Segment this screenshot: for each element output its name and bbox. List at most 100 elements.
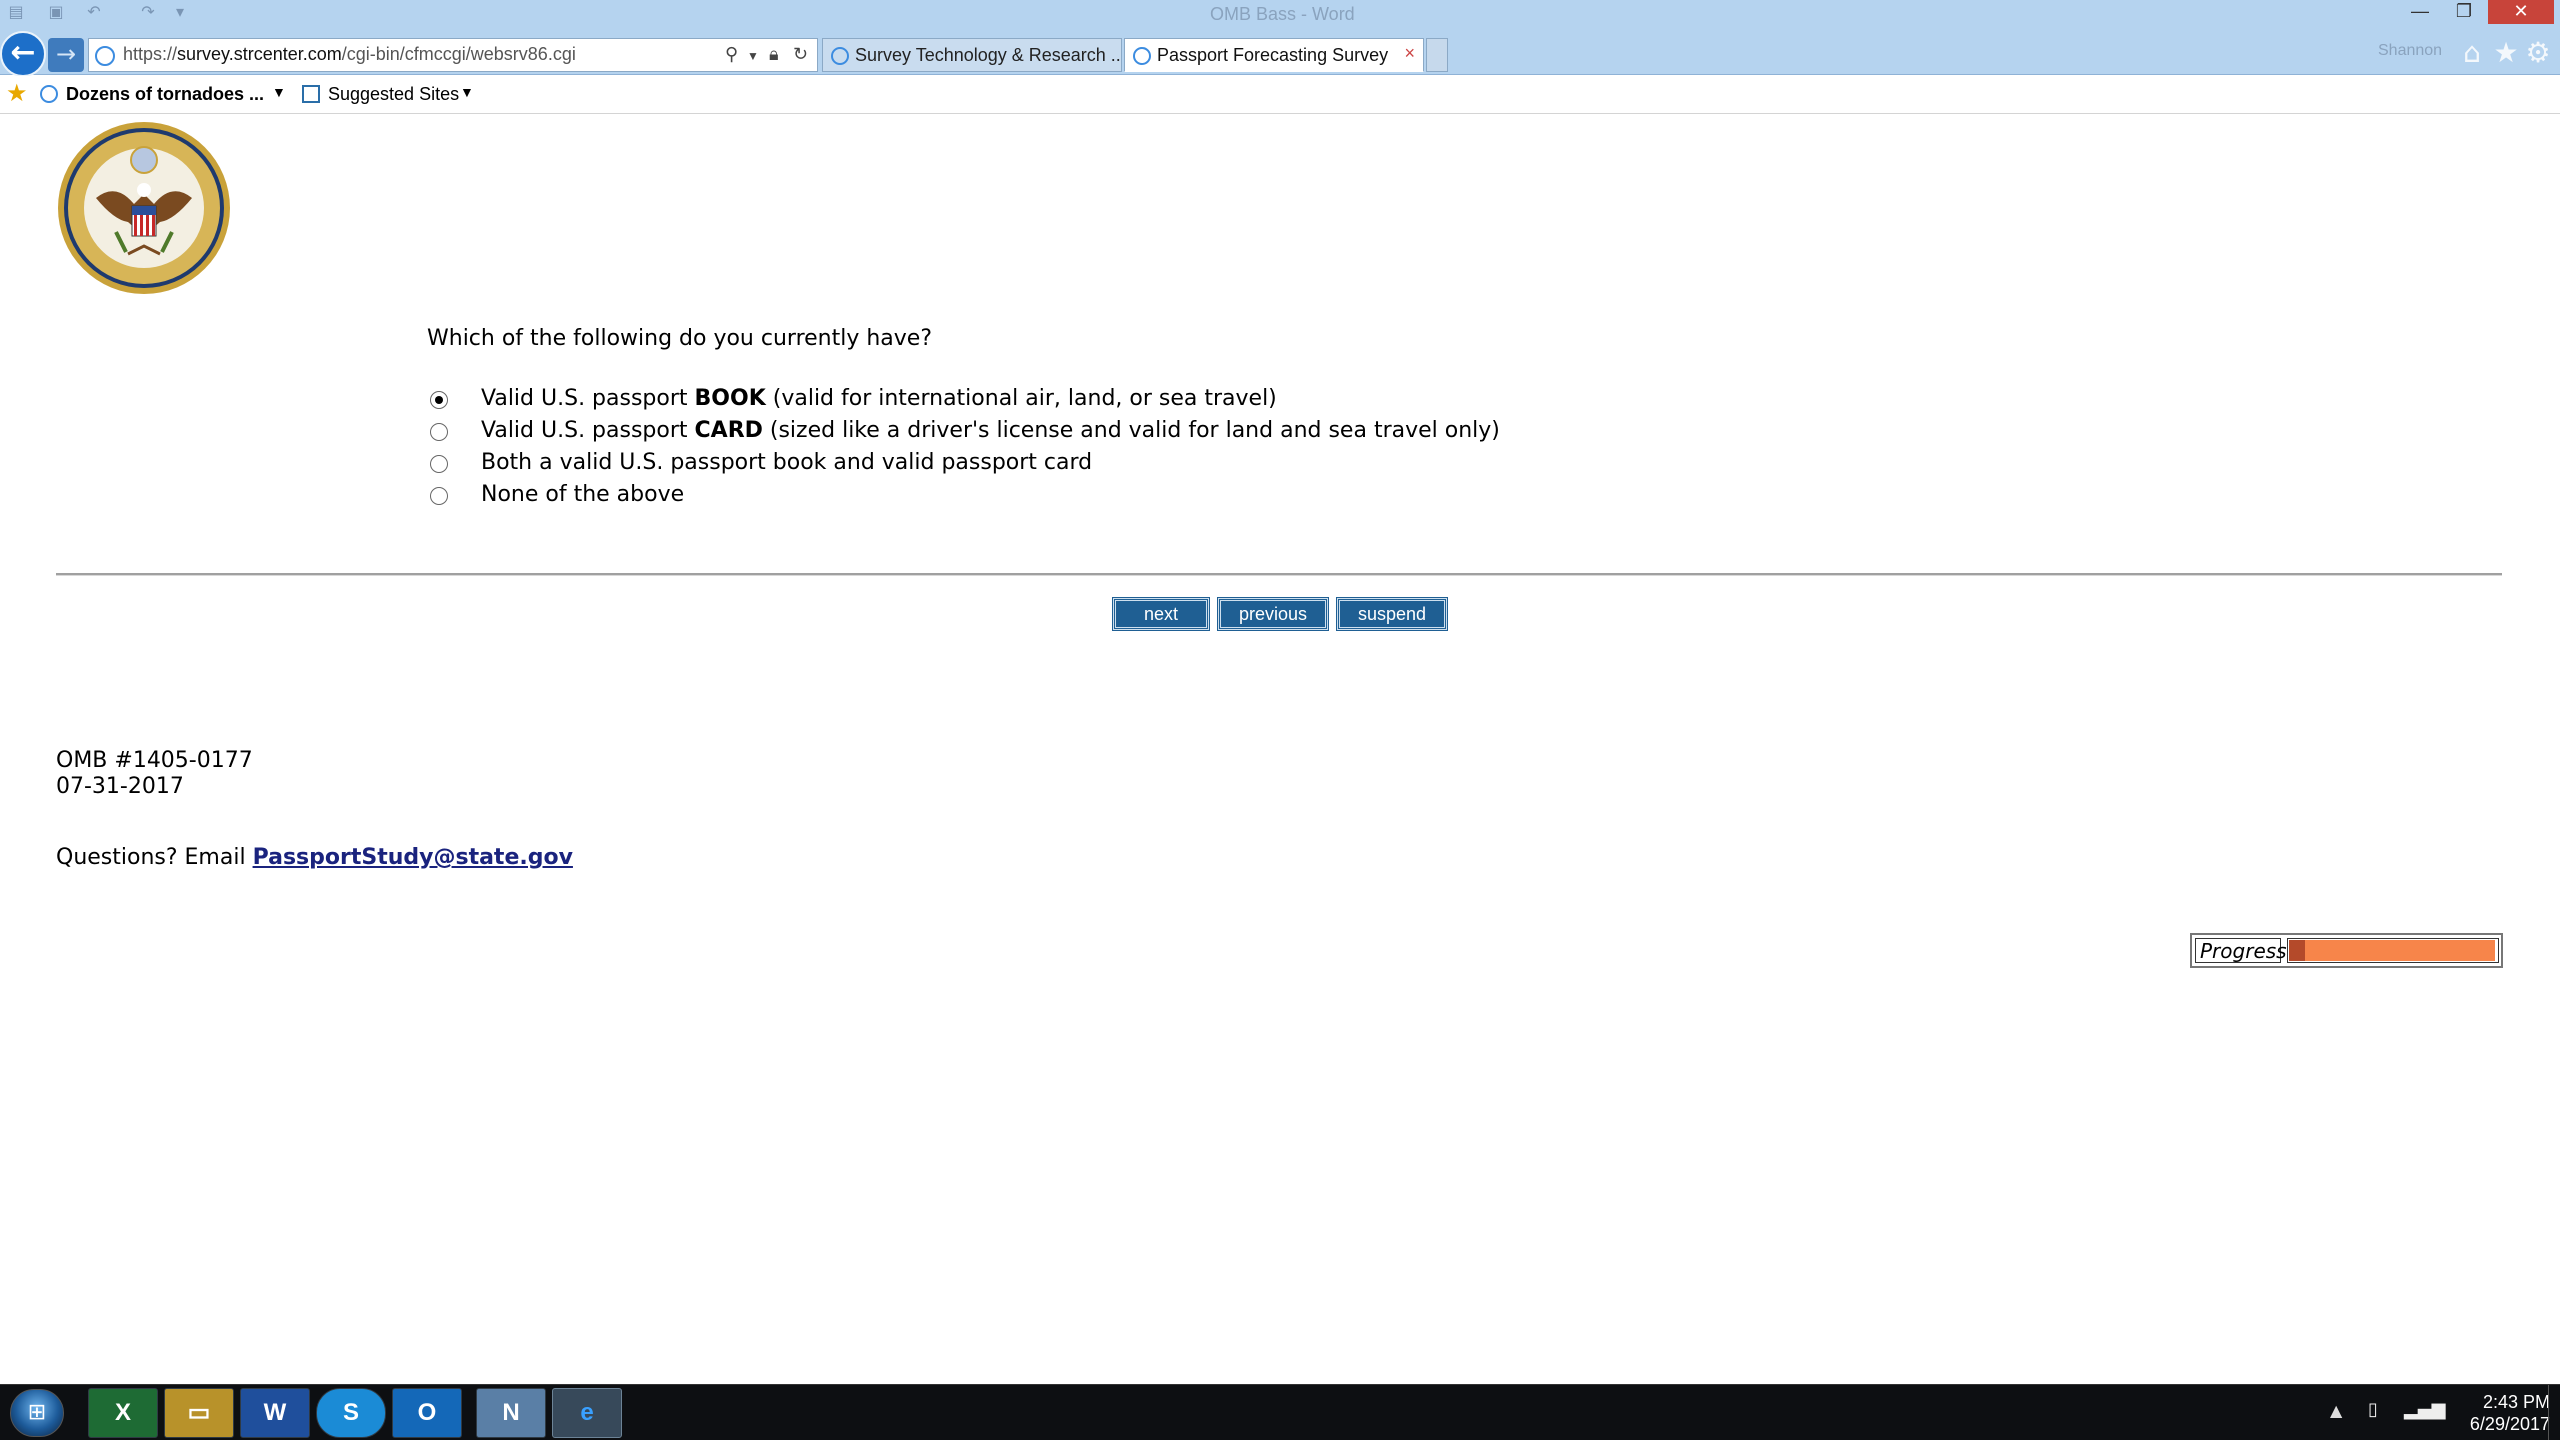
home-icon[interactable]: ⌂ [2456, 36, 2488, 70]
internet-explorer-icon: e [580, 1399, 594, 1426]
taskbar-internet-explorer[interactable]: e [552, 1388, 622, 1438]
suspend-button[interactable]: suspend [1336, 597, 1448, 631]
favorites-add-star-icon[interactable]: ★ [6, 81, 28, 107]
url-host: survey.strcenter.com [177, 44, 342, 64]
contact-prefix: Questions? Email [56, 845, 253, 870]
option-label-text: None of the above [481, 482, 685, 507]
refresh-icon[interactable]: ↻ [793, 44, 808, 65]
favorites-bar: ★ Dozens of tornadoes ... ▼ Suggested Si… [0, 76, 2560, 114]
option-label-text: Valid U.S. passport [481, 386, 695, 411]
chevron-down-icon[interactable]: ▼ [272, 84, 286, 100]
close-tab-icon[interactable]: × [1404, 43, 1415, 64]
taskbar-outlook[interactable]: O [392, 1388, 462, 1438]
clock-time: 2:43 PM [2482, 1392, 2550, 1412]
word-window-title: OMB Bass - Word [1210, 4, 1355, 24]
address-url[interactable]: https://survey.strcenter.com/cgi-bin/cfm… [123, 44, 576, 65]
taskbar-skype[interactable]: S [316, 1388, 386, 1438]
option-label-text: Both a valid U.S. passport book and vali… [481, 450, 1093, 475]
word-title-strip: ▤ ▣ ↶ ↷ ▾ OMB Bass - Word — ❐ ✕ [0, 0, 2560, 26]
back-arrow-icon: ← [10, 35, 36, 70]
option-label: Valid U.S. passport CARD (sized like a d… [481, 418, 1500, 443]
outlook-icon: O [417, 1399, 437, 1426]
show-desktop-button[interactable] [2548, 1385, 2560, 1440]
close-window-button[interactable]: ✕ [2488, 0, 2554, 24]
department-of-state-seal [58, 122, 230, 294]
show-hidden-icons-icon[interactable]: ▲ [2330, 1401, 2342, 1420]
skype-icon: S [342, 1399, 359, 1426]
radio-button[interactable] [430, 455, 448, 473]
windows-logo-icon: ⊞ [27, 1400, 47, 1425]
redo-icon[interactable]: ↷ [138, 3, 158, 21]
back-button[interactable]: ← [0, 31, 46, 77]
minimize-button[interactable]: — [2400, 0, 2440, 24]
forward-arrow-icon: → [55, 40, 77, 68]
nvivo-icon: N [502, 1399, 520, 1426]
restore-button[interactable]: ❐ [2444, 0, 2484, 24]
progress-fill [2289, 940, 2495, 961]
option-label-emphasis: CARD [694, 418, 763, 443]
folder-icon: ▭ [187, 1399, 211, 1426]
taskbar-file-explorer[interactable]: ▭ [164, 1388, 234, 1438]
save-icon[interactable]: ▣ [46, 3, 66, 21]
next-button[interactable]: next [1112, 597, 1210, 631]
ie-page-icon [95, 46, 115, 66]
url-path: /cgi-bin/cfmccgi/websrv86.cgi [341, 44, 576, 64]
radio-button[interactable] [430, 487, 448, 505]
bing-icon [302, 85, 320, 103]
clock-date: 6/29/2017 [2469, 1414, 2550, 1434]
taskbar-word[interactable]: W [240, 1388, 310, 1438]
word-icon: W [263, 1399, 287, 1426]
option-label: Valid U.S. passport BOOK (valid for inte… [481, 386, 1277, 411]
progress-label: Progress [2195, 938, 2287, 963]
battery-icon[interactable]: ▯ [2368, 1399, 2378, 1420]
word-menu-icon[interactable]: ▤ [6, 3, 26, 21]
ie-page-icon [1133, 47, 1151, 65]
progress-track [2287, 938, 2499, 963]
address-bar[interactable]: https://survey.strcenter.com/cgi-bin/cfm… [88, 38, 818, 72]
omb-info: OMB #1405-0177 07-31-2017 [56, 748, 253, 800]
lock-icon[interactable]: 🔒︎ [769, 44, 779, 65]
tools-gear-icon[interactable]: ⚙ [2522, 36, 2554, 70]
tab-survey-technology[interactable]: Survey Technology & Research ... [822, 38, 1122, 72]
divider [56, 573, 2502, 576]
windows-taskbar: ⊞ X ▭ W S O N e ▲ ▯ ▂▄▆ 2:43 PM 6/29/201… [0, 1384, 2560, 1440]
new-tab-button[interactable] [1426, 38, 1448, 72]
user-name: Shannon [2378, 42, 2443, 59]
question-text: Which of the following do you currently … [427, 326, 933, 351]
progress-indicator: Progress [2190, 933, 2503, 968]
option-label: Both a valid U.S. passport book and vali… [481, 450, 1092, 475]
customize-icon[interactable]: ▾ [170, 3, 190, 21]
ie-page-icon [831, 47, 849, 65]
ie-page-icon [40, 85, 58, 103]
favorites-star-icon[interactable]: ★ [2490, 36, 2522, 70]
tab-passport-forecasting-survey[interactable]: Passport Forecasting Survey × [1124, 38, 1424, 72]
tab-label: Survey Technology & Research ... [855, 45, 1122, 65]
previous-button[interactable]: previous [1217, 597, 1329, 631]
excel-icon: X [114, 1399, 131, 1426]
chevron-down-icon[interactable]: ▼ [460, 84, 474, 100]
option-label-text: Valid U.S. passport [481, 418, 695, 443]
omb-expiration-date: 07-31-2017 [56, 774, 184, 799]
radio-button[interactable] [430, 391, 448, 409]
option-label-detail: (sized like a driver's license and valid… [762, 418, 1500, 443]
omb-number: OMB #1405-0177 [56, 748, 253, 773]
option-label-emphasis: BOOK [694, 386, 766, 411]
option-label: None of the above [481, 482, 684, 507]
contact-line: Questions? Email PassportStudy@state.gov [56, 845, 573, 870]
browser-chrome: ▤ ▣ ↶ ↷ ▾ OMB Bass - Word — ❐ ✕ ← → http… [0, 0, 2560, 77]
system-clock[interactable]: 2:43 PM 6/29/2017 [2440, 1391, 2550, 1435]
dropdown-icon[interactable]: ▼ [747, 49, 759, 63]
tab-label: Passport Forecasting Survey [1157, 45, 1389, 65]
start-button[interactable]: ⊞ [10, 1389, 64, 1437]
radio-button[interactable] [430, 423, 448, 441]
forward-button[interactable]: → [48, 38, 84, 72]
option-label-detail: (valid for international air, land, or s… [765, 386, 1277, 411]
favorite-link-suggested-sites[interactable]: Suggested Sites [328, 84, 459, 105]
url-scheme: https:// [123, 44, 178, 64]
contact-email-link[interactable]: PassportStudy@state.gov [253, 845, 573, 870]
taskbar-excel[interactable]: X [88, 1388, 158, 1438]
search-icon[interactable]: ⚲ [725, 44, 738, 65]
taskbar-nvivo[interactable]: N [476, 1388, 546, 1438]
undo-icon[interactable]: ↶ [84, 3, 104, 21]
favorite-link-tornadoes[interactable]: Dozens of tornadoes ... [66, 84, 264, 105]
